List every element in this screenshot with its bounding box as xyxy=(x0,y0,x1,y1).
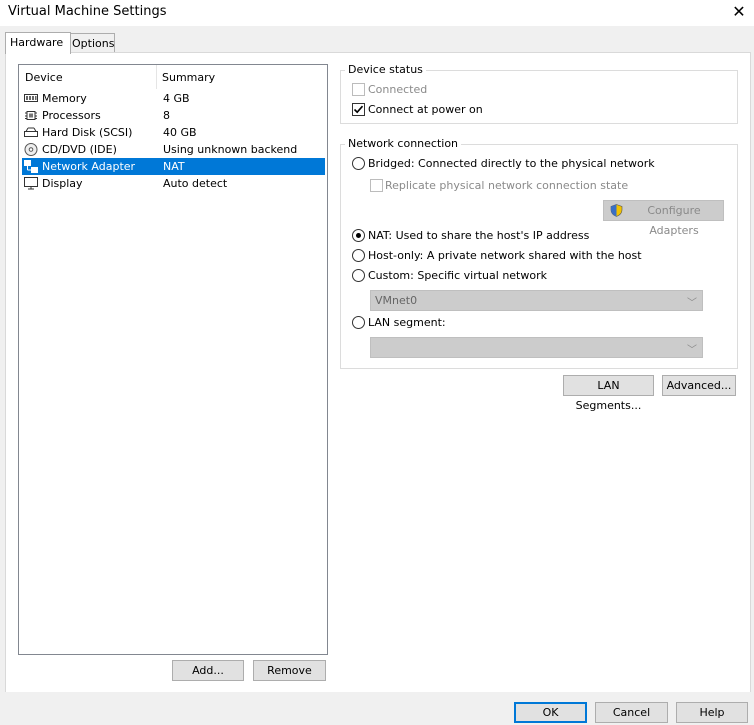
window-title: Virtual Machine Settings xyxy=(8,4,167,19)
add-button[interactable]: Add... xyxy=(172,660,244,681)
column-separator xyxy=(156,65,157,89)
device-summary: NAT xyxy=(163,160,185,173)
radio-selected-dot xyxy=(356,233,361,238)
device-summary: 4 GB xyxy=(163,92,190,105)
device-name: CD/DVD (IDE) xyxy=(42,143,117,156)
lan-segment-select[interactable]: ﹀ xyxy=(370,337,703,358)
device-row-memory[interactable]: Memory 4 GB xyxy=(22,90,325,107)
device-row-hard-disk[interactable]: Hard Disk (SCSI) 40 GB xyxy=(22,124,325,141)
device-summary: 40 GB xyxy=(163,126,197,139)
title-bar: Virtual Machine Settings ✕ xyxy=(0,0,754,26)
replicate-state-checkbox[interactable] xyxy=(370,179,383,192)
device-summary: Auto detect xyxy=(163,177,228,190)
device-name: Hard Disk (SCSI) xyxy=(42,126,133,139)
lan-segment-radio[interactable] xyxy=(352,316,365,329)
tab-hardware[interactable]: Hardware xyxy=(5,32,71,54)
column-header-device[interactable]: Device xyxy=(25,71,63,84)
custom-radio[interactable] xyxy=(352,269,365,282)
memory-icon xyxy=(24,94,38,102)
nat-radio[interactable] xyxy=(352,229,365,242)
column-header-summary[interactable]: Summary xyxy=(162,71,215,84)
device-row-display[interactable]: Display Auto detect xyxy=(22,175,325,192)
device-summary: 8 xyxy=(163,109,170,122)
lan-segments-button[interactable]: LAN Segments... xyxy=(563,375,654,412)
remove-button[interactable]: Remove xyxy=(253,660,326,681)
device-row-processors[interactable]: Processors 8 xyxy=(22,107,325,124)
network-connection-title: Network connection xyxy=(345,137,462,150)
custom-label: Custom: Specific virtual network xyxy=(368,269,547,282)
configure-adapters-button[interactable]: Configure Adapters xyxy=(603,200,724,237)
connected-checkbox[interactable] xyxy=(352,83,365,96)
advanced-button[interactable]: Advanced... xyxy=(662,375,736,396)
device-name: Processors xyxy=(42,109,101,122)
hard-disk-icon xyxy=(24,127,38,137)
ok-button[interactable]: OK xyxy=(514,702,587,723)
replicate-state-label: Replicate physical network connection st… xyxy=(385,179,629,192)
close-icon[interactable]: ✕ xyxy=(729,2,749,22)
connected-label: Connected xyxy=(368,83,428,96)
configure-adapters-label: Configure Adapters xyxy=(647,204,701,237)
processor-icon xyxy=(25,111,37,120)
display-icon xyxy=(24,177,38,190)
connect-at-power-on-label: Connect at power on xyxy=(368,103,483,116)
device-row-network-adapter[interactable]: Network Adapter NAT xyxy=(22,158,325,175)
chevron-down-icon: ﹀ xyxy=(687,345,697,356)
connect-at-power-on-checkbox[interactable] xyxy=(352,103,365,116)
host-only-radio[interactable] xyxy=(352,249,365,262)
cd-dvd-icon xyxy=(24,143,38,156)
network-adapter-icon xyxy=(24,160,38,173)
checkmark-icon xyxy=(353,105,364,114)
shield-icon xyxy=(610,204,623,217)
device-name: Memory xyxy=(42,92,87,105)
tab-options[interactable]: Options xyxy=(67,33,115,53)
bridged-radio[interactable] xyxy=(352,157,365,170)
help-button[interactable]: Help xyxy=(676,702,748,723)
bridged-label: Bridged: Connected directly to the physi… xyxy=(368,157,655,170)
cancel-button[interactable]: Cancel xyxy=(595,702,668,723)
device-name: Display xyxy=(42,177,83,190)
custom-network-select[interactable]: VMnet0 ﹀ xyxy=(370,290,703,311)
device-list[interactable]: Device Summary Memory 4 GB Processors 8 … xyxy=(18,64,328,655)
device-summary: Using unknown backend xyxy=(163,143,298,156)
device-status-title: Device status xyxy=(345,63,426,76)
lan-segment-label: LAN segment: xyxy=(368,316,446,329)
host-only-label: Host-only: A private network shared with… xyxy=(368,249,642,262)
device-row-cd-dvd[interactable]: CD/DVD (IDE) Using unknown backend xyxy=(22,141,325,158)
custom-network-value: VMnet0 xyxy=(375,294,418,307)
nat-label: NAT: Used to share the host's IP address xyxy=(368,229,590,242)
device-name: Network Adapter xyxy=(42,160,136,173)
chevron-down-icon: ﹀ xyxy=(687,298,697,309)
